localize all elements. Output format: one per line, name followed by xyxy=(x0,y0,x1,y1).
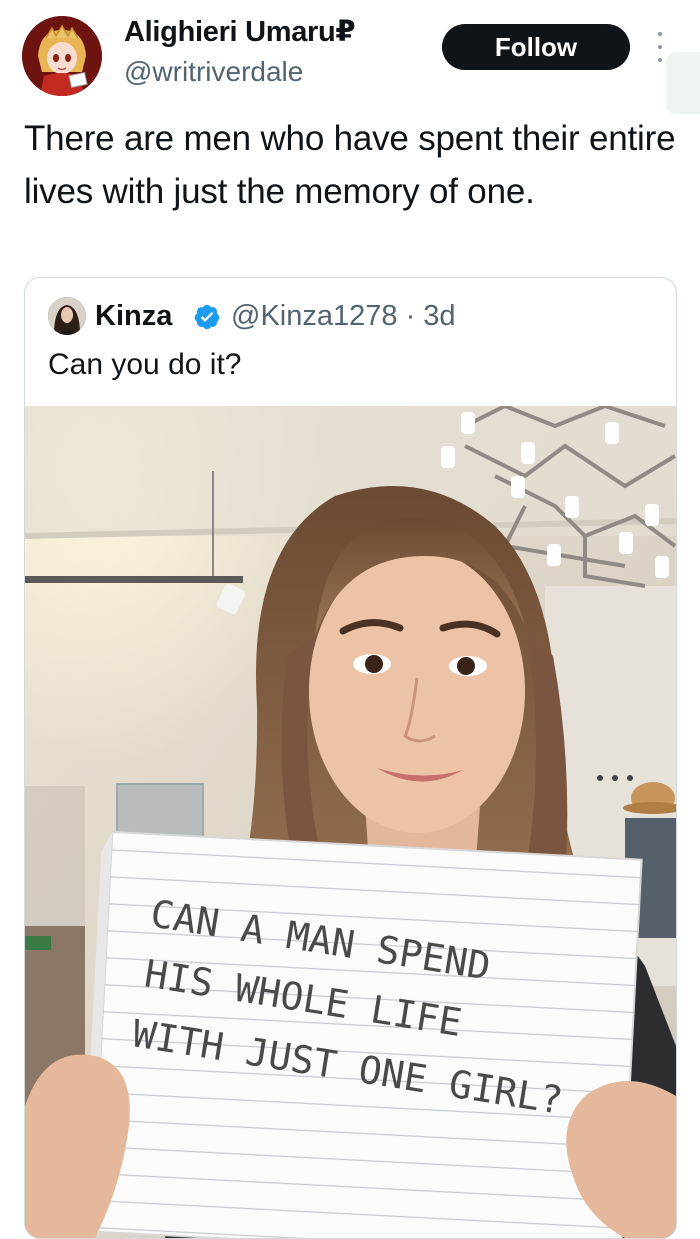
author-name[interactable]: Alighieri Umaru₽ xyxy=(124,14,356,49)
anime-avatar-icon xyxy=(22,16,102,96)
author-handle[interactable]: @writriverdale xyxy=(124,56,303,88)
verified-badge-icon xyxy=(194,304,220,330)
quoted-tweet-card[interactable]: Kinza @Kinza1278 · 3d Can you do it? CAN… xyxy=(24,277,677,1239)
quoted-tweet-photo[interactable]: CAN A MAN SPEND HIS WHOLE LIFE WITH JUST… xyxy=(25,406,676,1238)
quoted-author-handle[interactable]: @Kinza1278 xyxy=(231,300,398,332)
tweet-text: There are men who have spent their entir… xyxy=(24,119,676,211)
photo-illustration: CAN A MAN SPEND HIS WHOLE LIFE WITH JUST… xyxy=(25,406,676,1238)
more-options-icon[interactable] xyxy=(652,32,668,62)
follow-button[interactable]: Follow xyxy=(442,24,630,70)
quoted-author-avatar[interactable] xyxy=(48,297,86,335)
quoted-avatar-image xyxy=(48,297,86,335)
quoted-author-name[interactable]: Kinza xyxy=(95,300,172,333)
side-panel-edge xyxy=(666,52,700,114)
author-avatar[interactable] xyxy=(22,16,102,96)
quoted-tweet-text: Can you do it? xyxy=(48,348,242,381)
quoted-time[interactable]: · 3d xyxy=(406,300,456,332)
quoted-meta[interactable]: @Kinza1278 · 3d xyxy=(231,300,456,333)
